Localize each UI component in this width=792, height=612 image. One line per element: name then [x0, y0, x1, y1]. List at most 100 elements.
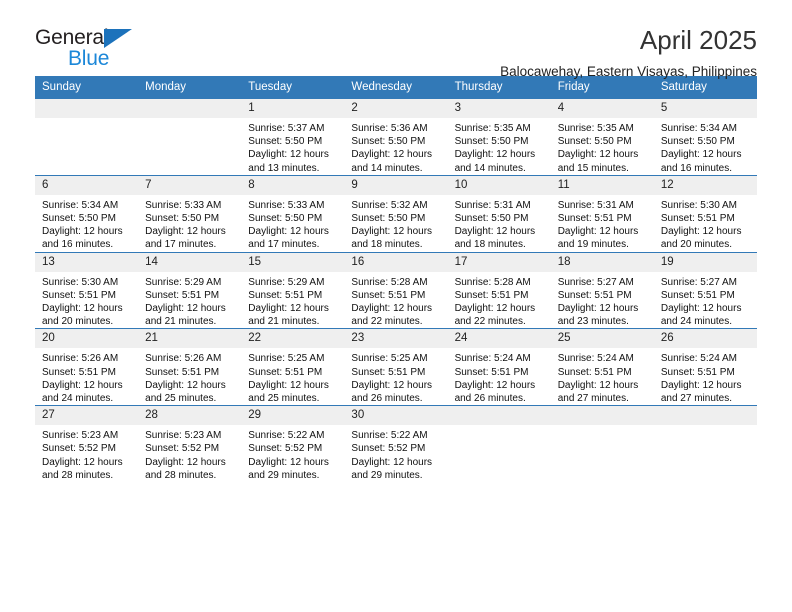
- day-details: Sunrise: 5:32 AM Sunset: 5:50 PM Daylight:…: [344, 195, 447, 252]
- calendar-day-cell[interactable]: 15 Sunrise: 5:29 AM Sunset: 5:51 PM Dayligh…: [241, 251, 345, 329]
- day-number: 29: [241, 406, 345, 426]
- sunset-text: Sunset: 5:51 PM: [557, 213, 632, 225]
- day-details: Sunrise: 5:35 AM Sunset: 5:50 PM Daylight:…: [448, 118, 551, 175]
- sunrise-text: Sunrise: 5:32 AM: [351, 199, 428, 211]
- day-details: Sunrise: 5:29 AM Sunset: 5:51 PM Daylight:…: [241, 272, 344, 329]
- day-number: 7: [138, 175, 242, 195]
- daylight-text: Daylight: 12 hours: [454, 303, 536, 315]
- calendar-day-cell[interactable]: 30 Sunrise: 5:22 AM Sunset: 5:52 PM Dayligh…: [344, 405, 448, 483]
- calendar-day-cell[interactable]: 9 Sunrise: 5:32 AM Sunset: 5:50 PM Daylight…: [344, 174, 448, 253]
- calendar-day-cell[interactable]: 25 Sunrise: 5:24 AM Sunset: 5:51 PM Dayligh…: [550, 328, 654, 406]
- day-number: 22: [241, 329, 345, 349]
- day-number: 20: [35, 329, 139, 349]
- calendar-day-cell[interactable]: 14 Sunrise: 5:29 AM Sunset: 5:51 PM Dayligh…: [138, 251, 242, 329]
- day-number: 15: [241, 252, 345, 272]
- sunset-text: Sunset: 5:50 PM: [248, 213, 323, 225]
- day-number: 3: [447, 99, 551, 118]
- daylight-text: and 26 minutes.: [454, 393, 526, 405]
- sunset-text: Sunset: 5:51 PM: [42, 366, 116, 378]
- calendar-day-cell[interactable]: 11 Sunrise: 5:31 AM Sunset: 5:51 PM Dayligh…: [550, 174, 654, 253]
- sunrise-text: Sunrise: 5:24 AM: [557, 353, 634, 365]
- day-number: [447, 406, 551, 426]
- day-details: Sunrise: 5:33 AM Sunset: 5:50 PM Daylight:…: [138, 195, 241, 252]
- daylight-text: Daylight: 12 hours: [248, 226, 329, 238]
- day-details: Sunrise: 5:30 AM Sunset: 5:51 PM Daylight:…: [35, 272, 138, 329]
- calendar-week-row: 27 Sunrise: 5:23 AM Sunset: 5:52 PM Dayligh…: [35, 405, 757, 483]
- day-number: 12: [653, 175, 757, 195]
- sunset-text: Sunset: 5:52 PM: [145, 443, 220, 455]
- calendar-day-cell[interactable]: 8 Sunrise: 5:33 AM Sunset: 5:50 PM Daylight…: [241, 174, 345, 253]
- sunrise-text: Sunrise: 5:26 AM: [145, 353, 222, 365]
- day-details: Sunrise: 5:24 AM Sunset: 5:51 PM Daylight:…: [654, 348, 757, 405]
- day-number: 13: [35, 252, 139, 272]
- day-number: [550, 406, 654, 426]
- calendar-day-cell[interactable]: 27 Sunrise: 5:23 AM Sunset: 5:52 PM Dayligh…: [35, 405, 139, 483]
- calendar-day-cell[interactable]: 21 Sunrise: 5:26 AM Sunset: 5:51 PM Dayligh…: [138, 328, 242, 406]
- sunset-text: Sunset: 5:52 PM: [42, 443, 116, 455]
- daylight-text: Daylight: 12 hours: [454, 379, 536, 391]
- day-details: Sunrise: 5:22 AM Sunset: 5:52 PM Daylight:…: [344, 425, 447, 482]
- day-number: 25: [550, 329, 654, 349]
- sunset-text: Sunset: 5:50 PM: [351, 213, 426, 225]
- daylight-text: Daylight: 12 hours: [42, 303, 123, 315]
- sunset-text: Sunset: 5:50 PM: [454, 213, 529, 225]
- weekday-header-wednesday: Wednesday: [344, 76, 448, 99]
- day-number: 2: [344, 99, 448, 118]
- sunset-text: Sunset: 5:50 PM: [454, 136, 529, 148]
- daylight-text: Daylight: 12 hours: [557, 226, 639, 238]
- calendar-day-cell-empty: [550, 405, 654, 483]
- day-number: 8: [241, 175, 345, 195]
- calendar-day-cell[interactable]: 18 Sunrise: 5:27 AM Sunset: 5:51 PM Dayligh…: [550, 251, 654, 329]
- daylight-text: and 27 minutes.: [557, 393, 629, 405]
- daylight-text: and 26 minutes.: [351, 393, 423, 405]
- daylight-text: and 16 minutes.: [660, 162, 733, 174]
- sunrise-text: Sunrise: 5:23 AM: [145, 430, 222, 442]
- sunrise-text: Sunrise: 5:26 AM: [42, 353, 119, 365]
- calendar-day-cell[interactable]: 12 Sunrise: 5:30 AM Sunset: 5:51 PM Dayligh…: [653, 174, 757, 253]
- sunset-text: Sunset: 5:50 PM: [351, 136, 426, 148]
- day-details: Sunrise: 5:24 AM Sunset: 5:51 PM Daylight:…: [551, 348, 654, 405]
- day-details: Sunrise: 5:34 AM Sunset: 5:50 PM Daylight:…: [35, 195, 138, 252]
- calendar-day-cell[interactable]: 2 Sunrise: 5:36 AM Sunset: 5:50 PM Daylight…: [344, 98, 448, 176]
- day-number: [35, 99, 139, 118]
- sunset-text: Sunset: 5:50 PM: [557, 136, 632, 148]
- logo-top-row: General: [35, 26, 235, 50]
- daylight-text: Daylight: 12 hours: [42, 379, 123, 391]
- calendar-day-cell[interactable]: 4 Sunrise: 5:35 AM Sunset: 5:50 PM Daylight…: [550, 98, 654, 176]
- sunrise-text: Sunrise: 5:24 AM: [660, 353, 737, 365]
- calendar-day-cell[interactable]: 28 Sunrise: 5:23 AM Sunset: 5:52 PM Dayligh…: [138, 405, 242, 483]
- title-block: April 2025 Balocawehay, Eastern Visayas,…: [500, 24, 757, 82]
- day-number: 27: [35, 406, 139, 426]
- daylight-text: and 19 minutes.: [557, 239, 629, 251]
- daylight-text: and 14 minutes.: [351, 162, 423, 174]
- calendar-day-cell[interactable]: 26 Sunrise: 5:24 AM Sunset: 5:51 PM Dayligh…: [653, 328, 757, 406]
- sunrise-text: Sunrise: 5:33 AM: [248, 199, 325, 211]
- calendar-day-cell[interactable]: 24 Sunrise: 5:24 AM Sunset: 5:51 PM Dayligh…: [447, 328, 551, 406]
- day-details: Sunrise: 5:31 AM Sunset: 5:50 PM Daylight:…: [448, 195, 551, 252]
- calendar-day-cell[interactable]: 22 Sunrise: 5:25 AM Sunset: 5:51 PM Dayligh…: [241, 328, 345, 406]
- calendar-day-cell[interactable]: 29 Sunrise: 5:22 AM Sunset: 5:52 PM Dayligh…: [241, 405, 345, 483]
- calendar-day-cell[interactable]: 7 Sunrise: 5:33 AM Sunset: 5:50 PM Daylight…: [138, 174, 242, 253]
- calendar-day-cell[interactable]: 23 Sunrise: 5:25 AM Sunset: 5:51 PM Dayligh…: [344, 328, 448, 406]
- sunrise-text: Sunrise: 5:27 AM: [660, 276, 737, 288]
- daylight-text: Daylight: 12 hours: [248, 149, 329, 161]
- calendar-day-cell[interactable]: 16 Sunrise: 5:28 AM Sunset: 5:51 PM Dayligh…: [344, 251, 448, 329]
- calendar-day-cell[interactable]: 5 Sunrise: 5:34 AM Sunset: 5:50 PM Daylight…: [653, 98, 757, 176]
- sunrise-text: Sunrise: 5:22 AM: [351, 430, 428, 442]
- day-number: 21: [138, 329, 242, 349]
- calendar-day-cell[interactable]: 1 Sunrise: 5:37 AM Sunset: 5:50 PM Daylight…: [241, 98, 345, 176]
- calendar-day-cell[interactable]: 10 Sunrise: 5:31 AM Sunset: 5:50 PM Dayligh…: [447, 174, 551, 253]
- calendar-day-cell[interactable]: 17 Sunrise: 5:28 AM Sunset: 5:51 PM Dayligh…: [447, 251, 551, 329]
- page-subtitle: Balocawehay, Eastern Visayas, Philippine…: [500, 64, 757, 79]
- calendar-day-cell[interactable]: 20 Sunrise: 5:26 AM Sunset: 5:51 PM Dayligh…: [35, 328, 139, 406]
- calendar-day-cell[interactable]: 6 Sunrise: 5:34 AM Sunset: 5:50 PM Daylight…: [35, 174, 139, 253]
- calendar-day-cell[interactable]: 13 Sunrise: 5:30 AM Sunset: 5:51 PM Dayligh…: [35, 251, 139, 329]
- sunset-text: Sunset: 5:51 PM: [351, 366, 426, 378]
- calendar-day-cell[interactable]: 3 Sunrise: 5:35 AM Sunset: 5:50 PM Daylight…: [447, 98, 551, 176]
- sunset-text: Sunset: 5:52 PM: [351, 443, 426, 455]
- calendar-day-cell[interactable]: 19 Sunrise: 5:27 AM Sunset: 5:51 PM Dayligh…: [653, 251, 757, 329]
- sunset-text: Sunset: 5:51 PM: [557, 366, 632, 378]
- day-details: Sunrise: 5:26 AM Sunset: 5:51 PM Daylight:…: [35, 348, 138, 405]
- calendar-day-cell-empty: [653, 405, 757, 483]
- sunset-text: Sunset: 5:51 PM: [454, 289, 529, 301]
